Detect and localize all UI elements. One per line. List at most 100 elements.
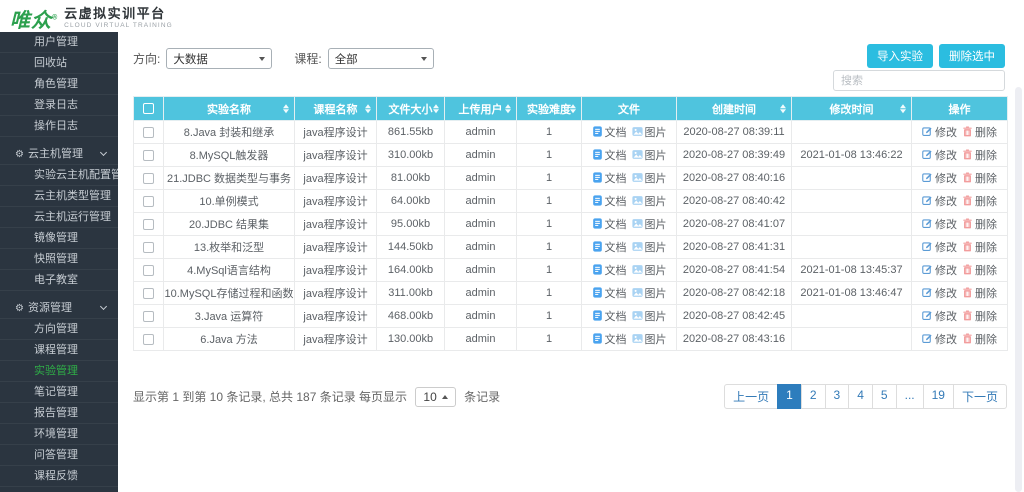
column-header-3[interactable]: 上传用户	[445, 97, 517, 121]
sidebar-item-12[interactable]: ⚙资源管理	[0, 298, 118, 319]
column-header-6[interactable]: 创建时间	[677, 97, 792, 121]
row-checkbox[interactable]	[143, 219, 154, 230]
sidebar-item-9[interactable]: 镜像管理	[0, 228, 118, 249]
image-link[interactable]: 图片	[632, 170, 667, 186]
sort-icon[interactable]	[570, 104, 576, 114]
sidebar-item-13[interactable]: 方向管理	[0, 319, 118, 340]
edit-button[interactable]: 修改	[922, 239, 957, 255]
sidebar-item-18[interactable]: 环境管理	[0, 424, 118, 445]
row-checkbox[interactable]	[143, 311, 154, 322]
row-checkbox[interactable]	[143, 150, 154, 161]
sidebar-item-2[interactable]: 角色管理	[0, 74, 118, 95]
sidebar-item-3[interactable]: 登录日志	[0, 95, 118, 116]
column-header-1[interactable]: 课程名称	[295, 97, 377, 121]
doc-link[interactable]: 文档	[592, 262, 627, 278]
doc-link[interactable]: 文档	[592, 170, 627, 186]
image-link[interactable]: 图片	[632, 331, 667, 347]
delete-selected-button[interactable]: 删除选中	[939, 44, 1005, 68]
delete-button[interactable]: 删除	[962, 124, 997, 140]
pagination-ellipsis[interactable]: ...	[896, 384, 924, 409]
delete-button[interactable]: 删除	[962, 147, 997, 163]
sidebar-item-8[interactable]: 云主机运行管理	[0, 207, 118, 228]
sidebar-item-17[interactable]: 报告管理	[0, 403, 118, 424]
pagination-page-1[interactable]: 1	[777, 384, 802, 409]
image-link[interactable]: 图片	[632, 239, 667, 255]
row-checkbox[interactable]	[143, 334, 154, 345]
column-header-7[interactable]: 修改时间	[792, 97, 912, 121]
sidebar-item-4[interactable]: 操作日志	[0, 116, 118, 137]
sidebar-item-14[interactable]: 课程管理	[0, 340, 118, 361]
image-link[interactable]: 图片	[632, 262, 667, 278]
row-checkbox[interactable]	[143, 127, 154, 138]
delete-button[interactable]: 删除	[962, 193, 997, 209]
scrollbar[interactable]	[1015, 87, 1022, 492]
edit-button[interactable]: 修改	[922, 170, 957, 186]
delete-button[interactable]: 删除	[962, 170, 997, 186]
sidebar-item-6[interactable]: 实验云主机配置管理	[0, 165, 118, 186]
edit-button[interactable]: 修改	[922, 308, 957, 324]
page-size-select[interactable]: 10	[415, 387, 455, 407]
doc-link[interactable]: 文档	[592, 193, 627, 209]
sidebar-item-1[interactable]: 回收站	[0, 53, 118, 74]
doc-link[interactable]: 文档	[592, 147, 627, 163]
delete-button[interactable]: 删除	[962, 239, 997, 255]
image-link[interactable]: 图片	[632, 216, 667, 232]
column-header-0[interactable]: 实验名称	[164, 97, 295, 121]
image-link[interactable]: 图片	[632, 308, 667, 324]
delete-button[interactable]: 删除	[962, 331, 997, 347]
sort-icon[interactable]	[365, 104, 371, 114]
sidebar-item-0[interactable]: 用户管理	[0, 32, 118, 53]
delete-button[interactable]: 删除	[962, 308, 997, 324]
course-select[interactable]: 全部	[328, 48, 434, 69]
doc-link[interactable]: 文档	[592, 285, 627, 301]
pagination-page-2[interactable]: 2	[801, 384, 826, 409]
direction-select[interactable]: 大数据	[166, 48, 272, 69]
pagination-prev[interactable]: 上一页	[724, 384, 778, 409]
doc-link[interactable]: 文档	[592, 216, 627, 232]
delete-button[interactable]: 删除	[962, 216, 997, 232]
column-header-4[interactable]: 实验难度	[517, 97, 582, 121]
doc-link[interactable]: 文档	[592, 331, 627, 347]
sort-icon[interactable]	[505, 104, 511, 114]
pagination-page-4[interactable]: 4	[848, 384, 873, 409]
sort-icon[interactable]	[283, 104, 289, 114]
edit-button[interactable]: 修改	[922, 124, 957, 140]
sort-icon[interactable]	[433, 104, 439, 114]
image-link[interactable]: 图片	[632, 193, 667, 209]
delete-button[interactable]: 删除	[962, 262, 997, 278]
pagination-page-3[interactable]: 3	[825, 384, 850, 409]
row-checkbox[interactable]	[143, 196, 154, 207]
doc-link[interactable]: 文档	[592, 308, 627, 324]
row-checkbox[interactable]	[143, 242, 154, 253]
edit-button[interactable]: 修改	[922, 147, 957, 163]
select-all-checkbox[interactable]	[143, 103, 154, 114]
pagination-page-19[interactable]: 19	[923, 384, 954, 409]
edit-button[interactable]: 修改	[922, 216, 957, 232]
doc-link[interactable]: 文档	[592, 239, 627, 255]
edit-button[interactable]: 修改	[922, 331, 957, 347]
delete-button[interactable]: 删除	[962, 285, 997, 301]
sort-icon[interactable]	[780, 104, 786, 114]
doc-link[interactable]: 文档	[592, 124, 627, 140]
image-link[interactable]: 图片	[632, 285, 667, 301]
sidebar-item-7[interactable]: 云主机类型管理	[0, 186, 118, 207]
row-checkbox[interactable]	[143, 288, 154, 299]
sidebar-item-16[interactable]: 笔记管理	[0, 382, 118, 403]
search-input[interactable]	[833, 70, 1005, 91]
row-checkbox[interactable]	[143, 265, 154, 276]
image-link[interactable]: 图片	[632, 124, 667, 140]
pagination-page-5[interactable]: 5	[872, 384, 897, 409]
sort-icon[interactable]	[900, 104, 906, 114]
import-experiment-button[interactable]: 导入实验	[867, 44, 933, 68]
sidebar-item-19[interactable]: 问答管理	[0, 445, 118, 466]
image-link[interactable]: 图片	[632, 147, 667, 163]
sidebar-item-10[interactable]: 快照管理	[0, 249, 118, 270]
edit-button[interactable]: 修改	[922, 262, 957, 278]
sidebar-item-20[interactable]: 课程反馈	[0, 466, 118, 487]
sidebar-item-5[interactable]: ⚙云主机管理	[0, 144, 118, 165]
sidebar-item-11[interactable]: 电子教室	[0, 270, 118, 291]
sidebar-item-15[interactable]: 实验管理	[0, 361, 118, 382]
column-header-2[interactable]: 文件大小	[377, 97, 445, 121]
pagination-next[interactable]: 下一页	[953, 384, 1007, 409]
row-checkbox[interactable]	[143, 173, 154, 184]
